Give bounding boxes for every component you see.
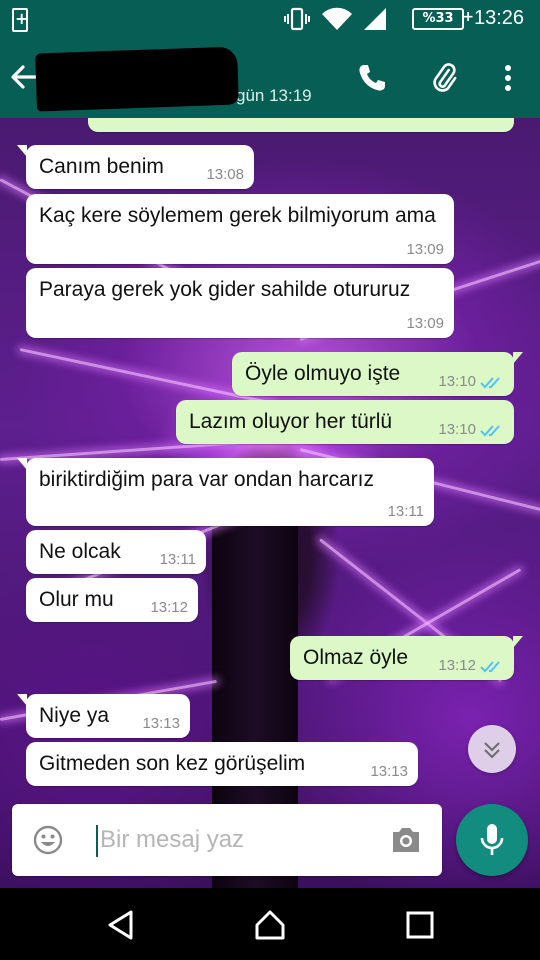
message-text: Gitmeden son kez görüşelim (39, 752, 306, 775)
mic-icon (480, 824, 504, 855)
message-time: 13:10 (438, 421, 476, 438)
message-bubble-incoming[interactable]: biriktirdiğim para var ondan harcarız 13… (17, 458, 434, 526)
phone-icon[interactable] (356, 62, 388, 94)
message-bubble-outgoing[interactable]: Öyle olmuyo işte 13:10 (232, 352, 523, 396)
message-time: 13:12 (438, 657, 476, 674)
message-text: Ne olcak (39, 540, 121, 563)
message-time: 13:11 (387, 503, 424, 520)
message-bubble-incoming[interactable]: Paraya gerek yok gider sahilde otururuz … (26, 268, 454, 338)
text-cursor (96, 825, 98, 857)
message-text: Canım benim (39, 155, 164, 178)
signal-icon (364, 8, 386, 30)
message-bubble-incoming[interactable]: Kaç kere söylemem gerek bilmiyorum ama 1… (26, 194, 454, 264)
message-text: Niye ya (39, 704, 110, 727)
message-bubble-incoming[interactable]: Gitmeden son kez görüşelim 13:13 (26, 742, 418, 786)
battery-charging-icon (12, 8, 28, 32)
message-time: 13:08 (206, 166, 244, 183)
wifi-icon (322, 7, 352, 31)
vibrate-icon (284, 7, 310, 31)
clock: 13:26 (474, 7, 525, 29)
chat-area[interactable]: Canım benim 13:08 Kaç kere söylemem gere… (0, 118, 540, 888)
message-text: Öyle olmuyo işte (245, 362, 401, 385)
message-time: 13:13 (142, 715, 180, 732)
message-text: Olmaz öyle (303, 646, 409, 669)
scroll-down-icon (484, 742, 500, 759)
message-bubble-incoming[interactable]: Olur mu 13:12 (26, 578, 198, 622)
voice-record-button[interactable] (456, 804, 528, 876)
message-time: 13:09 (406, 315, 444, 332)
message-text: biriktirdiğim para var ondan harcarız (39, 468, 374, 491)
nav-recents-icon[interactable] (403, 908, 437, 942)
scroll-down-button[interactable] (468, 725, 516, 773)
read-ticks-icon (480, 425, 500, 437)
message-input[interactable] (100, 820, 390, 860)
last-seen-text: gün 13:19 (236, 86, 312, 105)
message-time: 13:09 (406, 241, 444, 258)
message-bubble-incoming[interactable]: Niye ya 13:13 (17, 694, 190, 738)
message-time: 13:11 (159, 551, 196, 568)
message-text: Lazım oluyor her türlü (189, 410, 393, 433)
message-bubble-incoming[interactable]: Canım benim 13:08 (17, 145, 254, 189)
redacted-contact-name[interactable] (35, 46, 239, 112)
read-ticks-icon (480, 377, 500, 389)
message-bubble-outgoing[interactable]: Olmaz öyle 13:12 (290, 636, 523, 680)
paperclip-icon[interactable] (428, 62, 460, 94)
nav-home-icon[interactable] (253, 908, 287, 942)
nav-back-icon[interactable] (104, 908, 138, 942)
status-bar: %33 13:26 (0, 0, 540, 38)
message-bubble-incoming[interactable]: Ne olcak 13:11 (26, 530, 206, 574)
emoji-icon[interactable] (32, 824, 64, 856)
message-text: Paraya gerek yok gider sahilde otururuz (39, 278, 411, 301)
chat-toolbar: gün 13:19 (0, 38, 540, 118)
message-time: 13:12 (150, 599, 188, 616)
message-time: 13:10 (438, 373, 476, 390)
battery-percent: %33 (412, 8, 474, 30)
read-ticks-icon (480, 661, 500, 673)
system-nav-bar (0, 888, 540, 960)
message-time: 13:13 (370, 763, 408, 780)
message-bubble-partial[interactable] (88, 118, 514, 132)
camera-icon[interactable] (390, 826, 422, 854)
message-bubble-outgoing[interactable]: Lazım oluyor her türlü 13:10 (176, 400, 514, 444)
message-text: Olur mu (39, 588, 114, 611)
message-text: Kaç kere söylemem gerek bilmiyorum ama (39, 204, 436, 227)
message-compose-box (12, 804, 442, 876)
more-vert-icon[interactable] (492, 62, 524, 94)
